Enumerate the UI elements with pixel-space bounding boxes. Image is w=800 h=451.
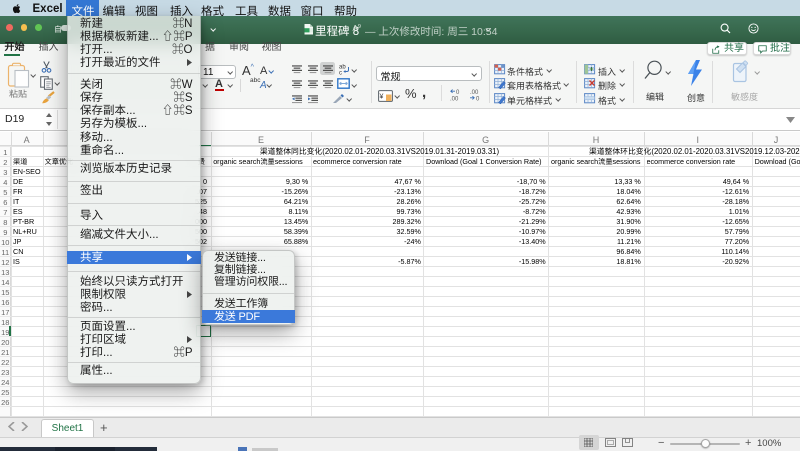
svg-text:0: 0 [456,90,460,96]
svg-text:.00: .00 [450,96,459,101]
svg-text:¥: ¥ [379,93,383,100]
svg-text:.00: .00 [470,90,479,96]
svg-text:0: 0 [476,96,480,101]
svg-text:c: c [339,70,342,75]
